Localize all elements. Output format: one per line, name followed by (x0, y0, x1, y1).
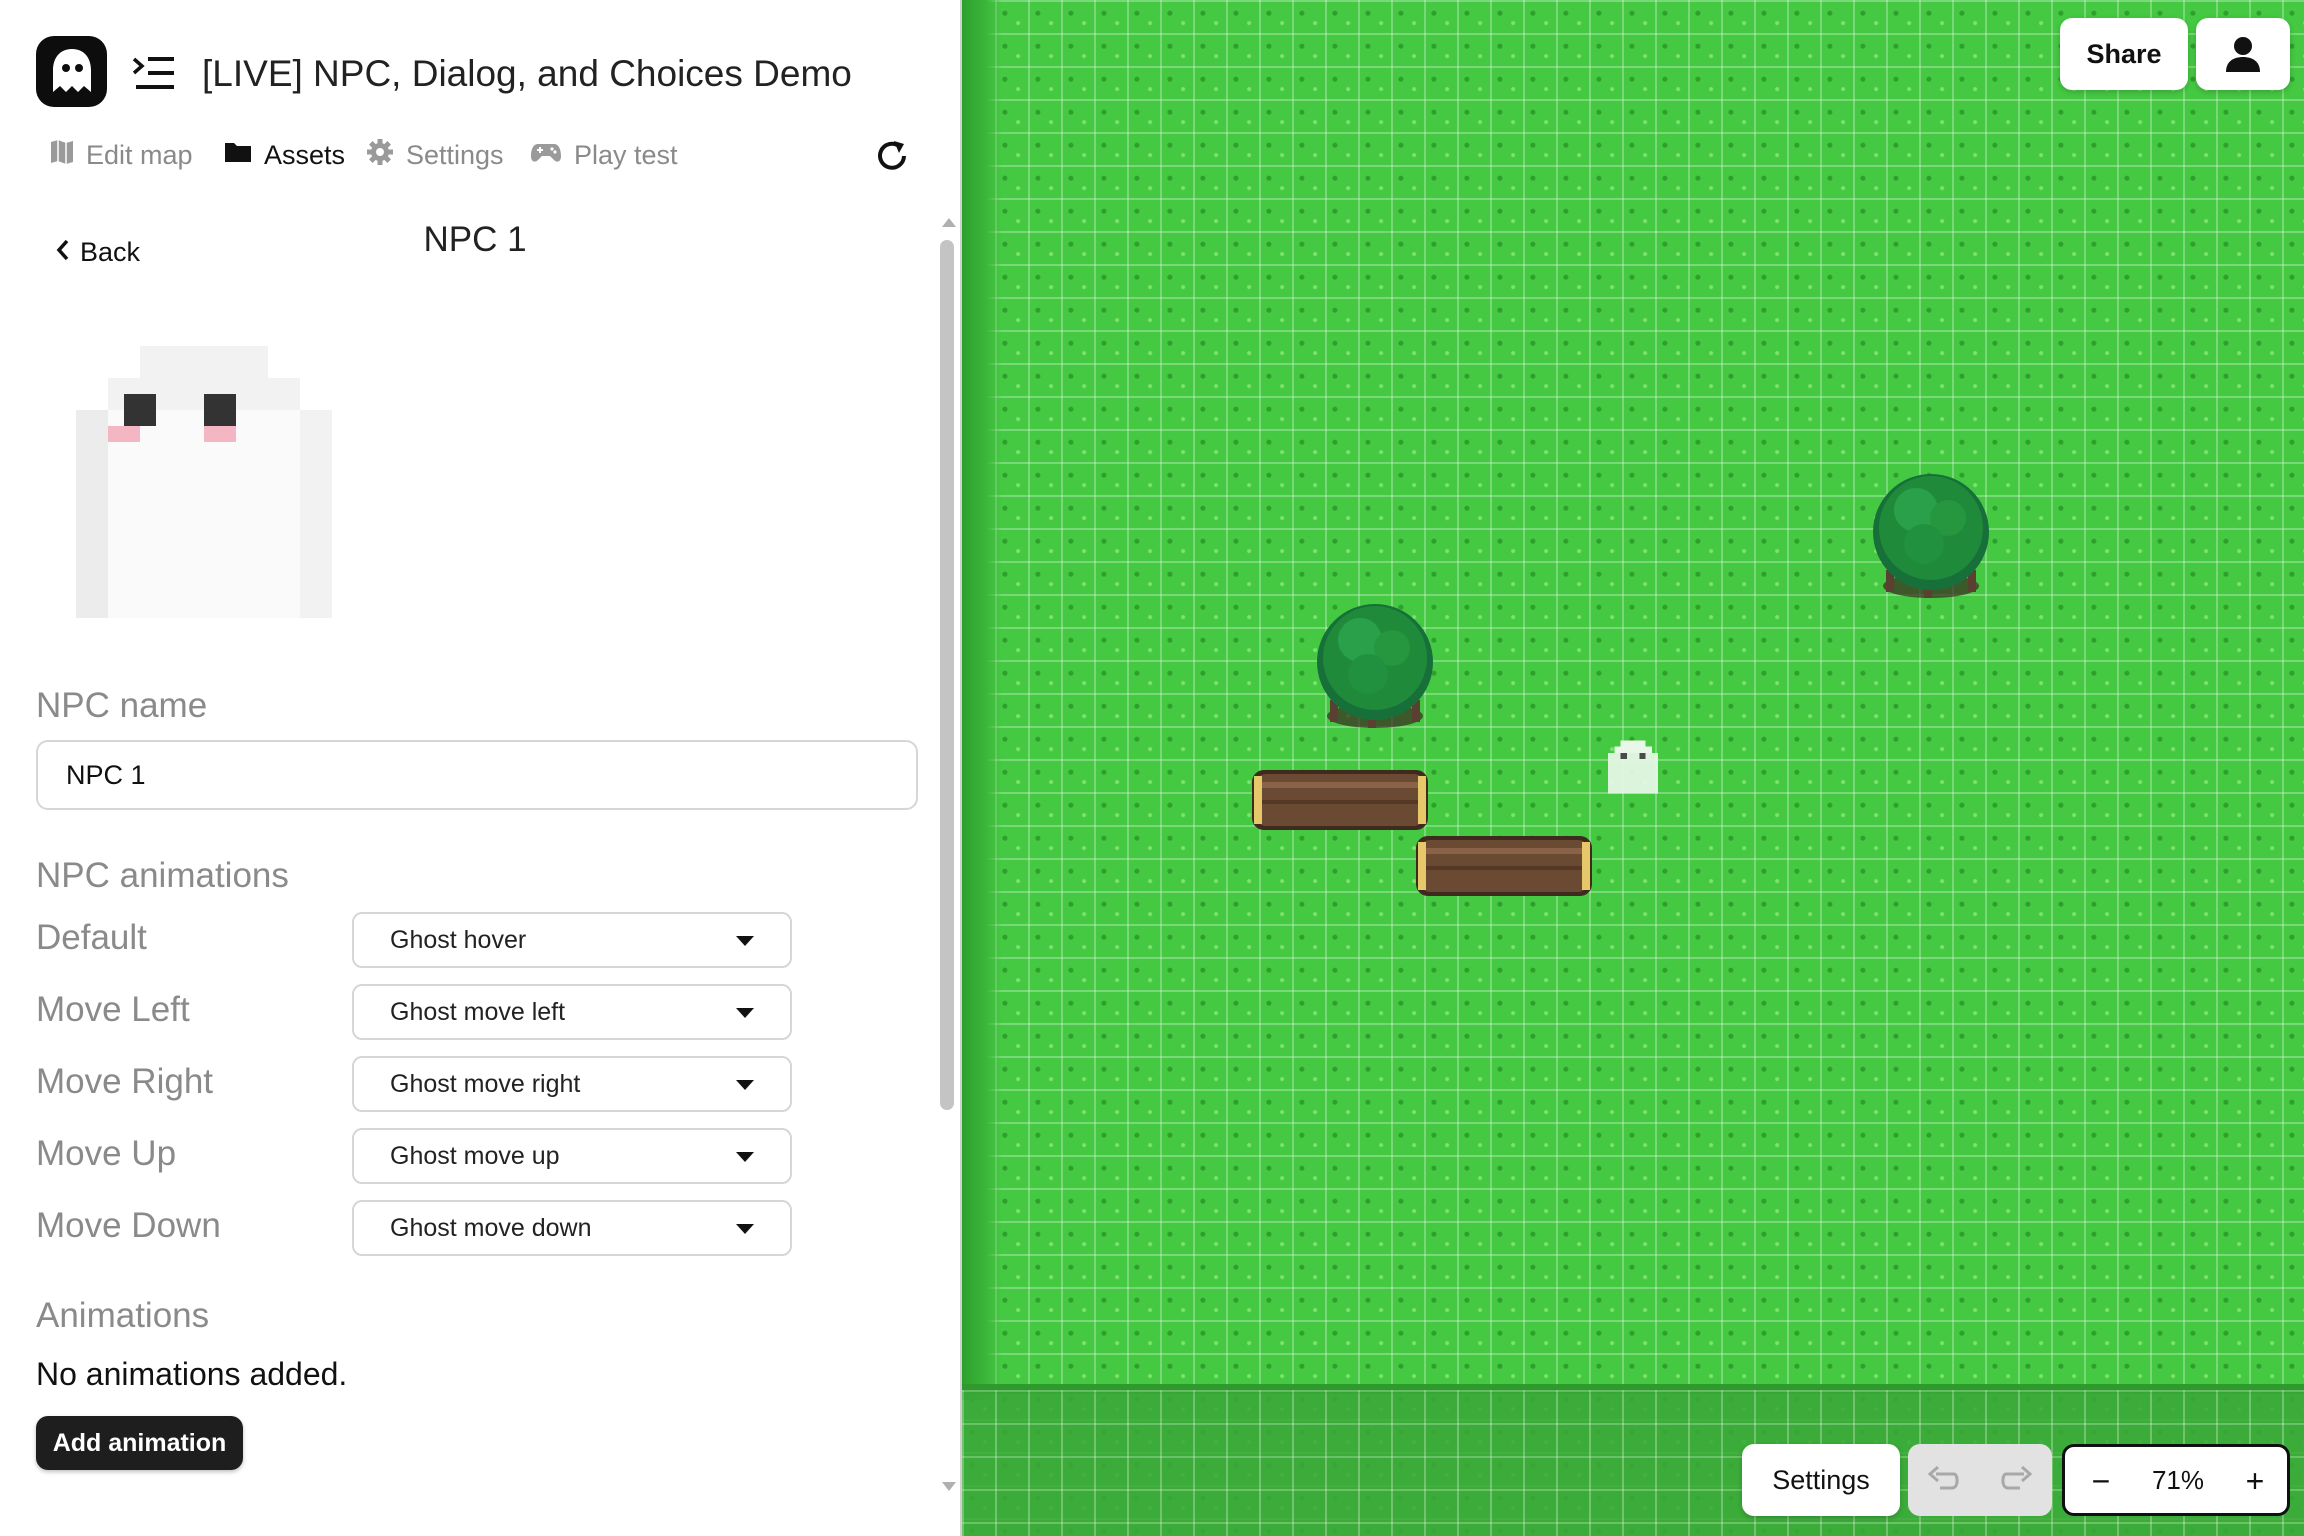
undo-icon[interactable] (1926, 1462, 1962, 1498)
npc-animations-label: NPC animations (36, 856, 289, 895)
app-logo[interactable] (36, 36, 107, 107)
select-value: Ghost hover (390, 926, 527, 954)
animation-slot-label: Move Left (36, 990, 190, 1029)
caret-down-icon (736, 1008, 754, 1018)
tab-settings[interactable]: Settings (366, 136, 504, 174)
animation-slot-move-down: Move Down Ghost move down (36, 1200, 792, 1256)
map-settings-button[interactable]: Settings (1742, 1444, 1900, 1516)
chevron-left-icon (56, 237, 70, 268)
select-value: Ghost move down (390, 1214, 592, 1242)
animation-select-move-up[interactable]: Ghost move up (352, 1128, 792, 1184)
scrollbar-thumb[interactable] (940, 240, 954, 1110)
add-animation-button[interactable]: Add animation (36, 1416, 243, 1470)
animation-select-move-left[interactable]: Ghost move left (352, 984, 792, 1040)
log-sprite[interactable] (1250, 766, 1430, 839)
tab-label: Assets (264, 139, 346, 170)
panel-scrollbar[interactable] (938, 218, 960, 1498)
tree-sprite[interactable] (1308, 600, 1442, 739)
animation-slot-move-right: Move Right Ghost move right (36, 1056, 792, 1112)
back-button[interactable]: Back (56, 234, 140, 270)
select-value: Ghost move up (390, 1142, 560, 1170)
caret-down-icon (736, 1080, 754, 1090)
undo-redo-group (1908, 1444, 2052, 1516)
gear-icon (366, 138, 394, 173)
zoom-control: − 71% + (2062, 1444, 2290, 1516)
asset-editor-panel: [LIVE] NPC, Dialog, and Choices Demo Edi… (0, 0, 960, 1536)
animations-label: Animations (36, 1296, 210, 1335)
caret-down-icon (736, 1152, 754, 1162)
asset-title: NPC 1 (423, 220, 527, 259)
tab-label: Play test (574, 139, 678, 170)
select-value: Ghost move left (390, 998, 566, 1026)
animation-slot-label: Move Right (36, 1062, 214, 1101)
animation-slot-label: Default (36, 918, 147, 957)
folder-icon (224, 140, 252, 171)
tab-edit-map[interactable]: Edit map (50, 136, 193, 174)
npc-name-label: NPC name (36, 686, 208, 725)
caret-down-icon (736, 936, 754, 946)
tab-assets[interactable]: Assets (224, 136, 345, 174)
refresh-icon[interactable] (874, 138, 914, 178)
animation-select-default[interactable]: Ghost hover (352, 912, 792, 968)
map-canvas[interactable]: Share Settings − 71% + (960, 0, 2304, 1536)
user-icon (2226, 37, 2260, 72)
zoom-out-button[interactable]: − (2083, 1459, 2119, 1503)
tab-play-test[interactable]: Play test (530, 136, 678, 174)
caret-down-icon (736, 1224, 754, 1234)
npc-ghost-sprite[interactable] (1608, 740, 1658, 799)
profile-button[interactable] (2196, 18, 2290, 90)
npc-name-input[interactable] (36, 740, 918, 810)
zoom-in-button[interactable]: + (2237, 1459, 2273, 1503)
animation-slot-label: Move Up (36, 1134, 177, 1173)
select-value: Ghost move right (390, 1070, 581, 1098)
menu-toggle-icon[interactable] (132, 54, 176, 92)
map-icon (50, 139, 74, 172)
gamepad-icon (530, 140, 562, 171)
animation-slot-default: Default Ghost hover (36, 912, 792, 968)
no-animations-text: No animations added. (36, 1356, 348, 1392)
npc-sprite-preview (76, 344, 332, 620)
project-title: [LIVE] NPC, Dialog, and Choices Demo (202, 53, 852, 94)
animation-select-move-right[interactable]: Ghost move right (352, 1056, 792, 1112)
map-edge-left (962, 0, 1002, 1400)
share-button[interactable]: Share (2060, 18, 2188, 90)
scroll-down-arrow-icon[interactable] (942, 1482, 956, 1491)
ghost-logo-icon (53, 49, 91, 92)
animation-slot-move-up: Move Up Ghost move up (36, 1128, 792, 1184)
back-label: Back (80, 236, 141, 267)
scroll-up-arrow-icon[interactable] (942, 218, 956, 227)
animation-slot-move-left: Move Left Ghost move left (36, 984, 792, 1040)
redo-icon[interactable] (1998, 1462, 2034, 1498)
animation-select-move-down[interactable]: Ghost move down (352, 1200, 792, 1256)
tab-label: Settings (406, 139, 504, 170)
tree-sprite[interactable] (1864, 470, 1998, 609)
tab-label: Edit map (86, 139, 193, 170)
log-sprite[interactable] (1414, 832, 1594, 905)
zoom-level: 71% (2151, 1465, 2205, 1495)
animation-slot-label: Move Down (36, 1206, 221, 1245)
